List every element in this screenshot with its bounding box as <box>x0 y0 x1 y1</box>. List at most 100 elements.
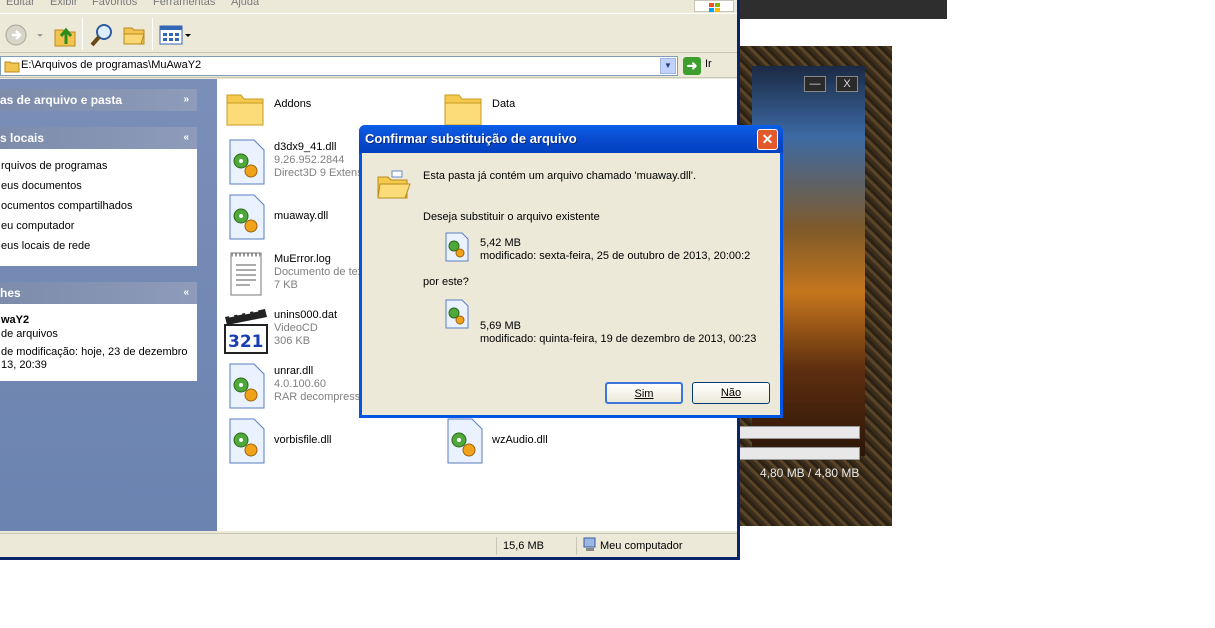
dll-file-icon <box>229 418 265 464</box>
dll-file-icon <box>445 232 469 262</box>
dialog-title: Confirmar substituição de arquivo <box>365 131 577 146</box>
yes-button[interactable]: Sim <box>605 382 683 404</box>
text-document-icon <box>230 252 262 296</box>
close-icon[interactable]: ✕ <box>757 129 778 150</box>
launcher-progress-bar-2 <box>738 447 860 460</box>
windows-logo-icon <box>694 0 734 12</box>
place-link-program-files[interactable]: rquivos de programas <box>1 160 107 172</box>
dialog-titlebar[interactable]: Confirmar substituição de arquivo ✕ <box>359 125 783 153</box>
list-item[interactable]: Data <box>443 85 643 129</box>
list-item[interactable]: unrar.dll 4.0.100.60 RAR decompressi <box>227 361 367 411</box>
up-folder-icon <box>54 27 76 47</box>
forward-button[interactable] <box>4 22 44 48</box>
place-link-my-computer[interactable]: eu computador <box>1 220 74 232</box>
dll-file-icon <box>229 194 265 240</box>
new-file-size: 5,69 MB <box>480 320 521 332</box>
dll-file-icon <box>229 139 265 185</box>
existing-file-modified: modificado: sexta-feira, 25 de outubro d… <box>480 250 751 262</box>
chevron-expand-icon[interactable]: » <box>183 89 189 111</box>
file-type: VideoCD <box>274 322 318 334</box>
place-link-network-places[interactable]: eus locais de rede <box>1 240 90 252</box>
folder-icon <box>444 94 482 126</box>
status-bar: 15,6 MB Meu computador <box>0 533 737 557</box>
existing-file-size: 5,42 MB <box>480 237 521 249</box>
file-name: wzAudio.dll <box>492 434 548 446</box>
address-field[interactable]: E:\Arquivos de programas\MuAwaY2 ▼ <box>0 56 678 76</box>
details-type: de arquivos <box>1 328 58 340</box>
file-size: 7 KB <box>274 279 298 291</box>
details-name: waY2 <box>1 314 30 326</box>
file-name: d3dx9_41.dll <box>274 141 337 153</box>
task-pane: as de arquivo e pasta » s locais « rquiv… <box>0 79 217 531</box>
file-name: vorbisfile.dll <box>274 434 332 446</box>
address-bar: E:\Arquivos de programas\MuAwaY2 ▼ ➜ Ir <box>0 54 737 78</box>
menu-ferramentas[interactable]: Ferramentas <box>153 0 215 8</box>
views-icon <box>159 25 191 45</box>
up-folder-button[interactable] <box>52 22 78 48</box>
file-name: MuError.log <box>274 253 331 265</box>
pane-header-other-places[interactable]: s locais « <box>0 127 197 149</box>
svg-text:321: 321 <box>228 332 264 352</box>
menu-editar[interactable]: Editar <box>6 0 35 8</box>
status-location: Meu computador <box>600 540 683 552</box>
pane-body-other-places: rquivos de programas eus documentos ocum… <box>0 149 197 266</box>
address-path: E:\Arquivos de programas\MuAwaY2 <box>21 59 202 71</box>
videocd-clapperboard-icon: 321 <box>224 308 268 354</box>
launcher-minimize-button[interactable]: — <box>804 76 826 92</box>
folder-icon <box>4 61 20 73</box>
menu-favoritos[interactable]: Favoritos <box>92 0 137 8</box>
folder-replace-icon <box>377 170 411 199</box>
dialog-message: Esta pasta já contém um arquivo chamado … <box>423 170 697 182</box>
search-icon <box>90 24 112 47</box>
yes-button-label: Sim <box>634 388 654 400</box>
list-item[interactable]: 321 unins000.dat VideoCD 306 KB <box>223 305 373 355</box>
launcher-progress-text: 4,80 MB / 4,80 MB <box>760 466 860 480</box>
file-description: RAR decompressi <box>274 391 363 403</box>
toolbar <box>0 13 737 53</box>
menu-bar: Editar Exibir Favoritos Ferramentas Ajud… <box>0 0 737 12</box>
list-item[interactable]: vorbisfile.dll <box>227 416 387 466</box>
computer-icon <box>583 537 596 551</box>
list-item[interactable]: MuError.log Documento de tex 7 KB <box>227 249 367 299</box>
folders-icon <box>123 27 145 45</box>
list-item[interactable]: d3dx9_41.dll 9.26.952.2844 Direct3D 9 Ex… <box>227 137 367 187</box>
list-item[interactable]: wzAudio.dll <box>445 416 605 466</box>
pane-title: hes <box>0 286 21 300</box>
dll-file-icon <box>447 418 483 464</box>
place-link-my-documents[interactable]: eus documentos <box>1 180 82 192</box>
menu-ajuda[interactable]: Ajuda <box>231 0 259 8</box>
launcher-close-button[interactable]: X <box>836 76 858 92</box>
confirm-replace-dialog: Confirmar substituição de arquivo ✕ Esta… <box>359 125 783 418</box>
pane-title: as de arquivo e pasta <box>0 93 123 107</box>
dialog-question: Deseja substituir o arquivo existente <box>423 211 600 223</box>
file-version: 4.0.100.60 <box>274 378 326 390</box>
no-button[interactable]: Não <box>692 382 770 404</box>
chevron-collapse-icon[interactable]: « <box>183 282 189 304</box>
pane-header-file-tasks[interactable]: as de arquivo e pasta » <box>0 89 197 111</box>
menu-exibir[interactable]: Exibir <box>50 0 78 8</box>
views-button[interactable] <box>159 22 193 48</box>
pane-header-details[interactable]: hes « <box>0 282 197 304</box>
pane-body-details: waY2 de arquivos de modificação: hoje, 2… <box>0 304 197 381</box>
chevron-collapse-icon[interactable]: « <box>183 127 189 149</box>
list-item[interactable]: Addons <box>225 85 425 129</box>
go-button-label[interactable]: Ir <box>705 58 712 70</box>
file-description: Direct3D 9 Extens <box>274 167 363 179</box>
details-modified-time: 13, 20:39 <box>1 359 47 371</box>
chevron-down-icon[interactable]: ▼ <box>660 58 676 74</box>
launcher-progress-bar-1 <box>738 426 860 439</box>
forward-arrow-icon <box>5 24 43 46</box>
go-arrow-icon[interactable]: ➜ <box>683 57 701 75</box>
status-size: 15,6 MB <box>503 540 544 552</box>
file-name: muaway.dll <box>274 210 329 222</box>
place-link-shared-documents[interactable]: ocumentos compartilhados <box>1 200 132 212</box>
launcher-topbar <box>738 0 947 19</box>
folders-button[interactable] <box>121 22 147 48</box>
file-name: unrar.dll <box>274 365 314 377</box>
new-file-modified: modificado: quinta-feira, 19 de dezembro… <box>480 333 757 345</box>
list-item[interactable]: muaway.dll <box>227 192 367 242</box>
file-type: Documento de tex <box>274 266 364 278</box>
no-button-label: Não <box>720 387 742 399</box>
search-button[interactable] <box>89 22 115 48</box>
file-name: unins000.dat <box>274 309 337 321</box>
